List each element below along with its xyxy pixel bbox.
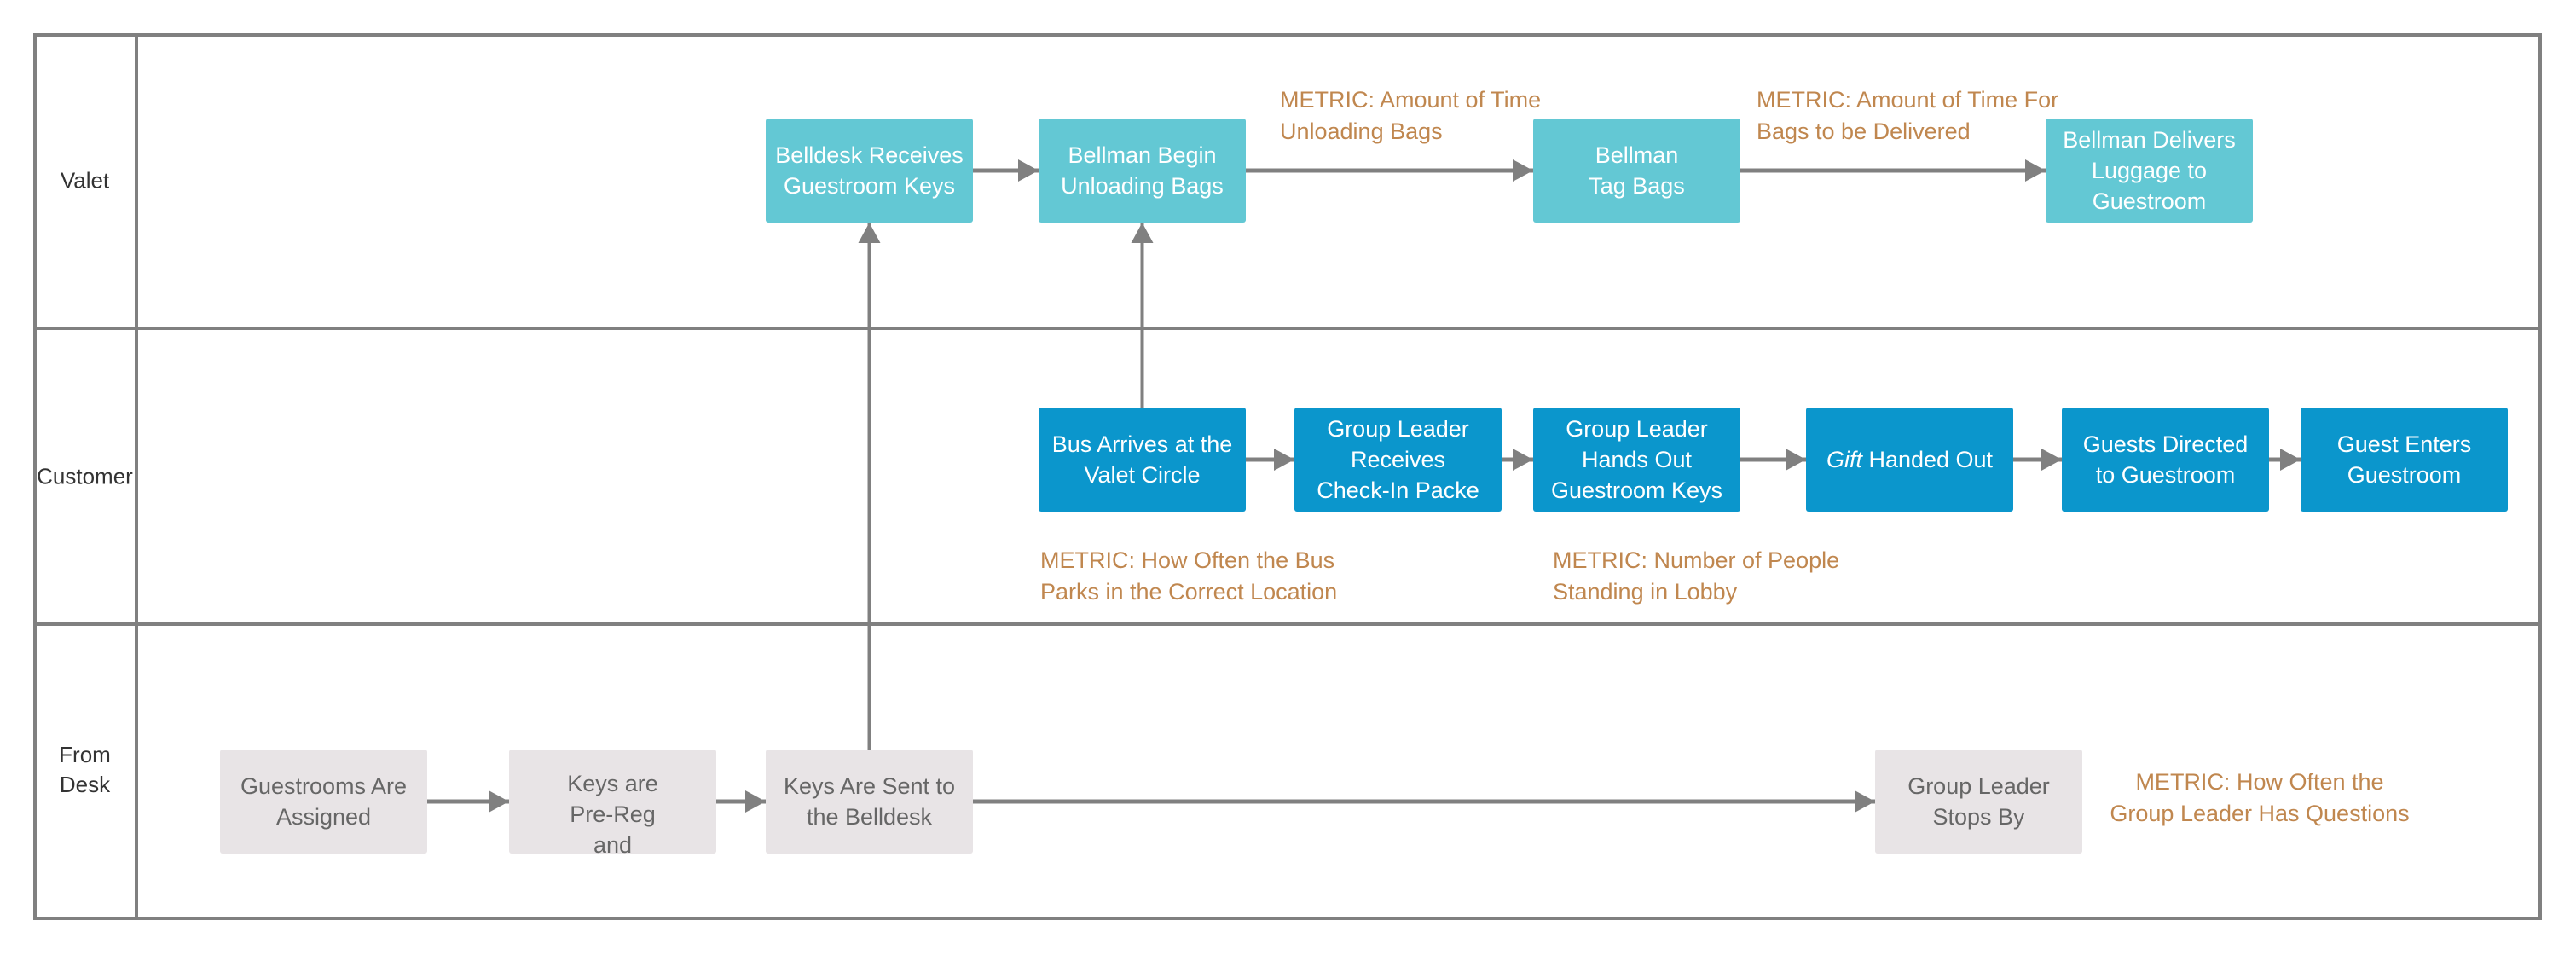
node-label: Bellman Begin Unloading Bags [1061,142,1224,199]
metric-line: METRIC: Number of People [1553,547,1840,573]
metric-line: METRIC: How Often the Bus [1040,547,1335,573]
node-label: Group Leader Hands Out Guestroom Keys [1550,416,1723,503]
node-keys-prereg[interactable]: Keys are Pre-Reg and Organized [509,750,716,854]
node-label-rest: Handed Out [1861,447,1994,472]
metric-bus-parking: METRIC: How Often the Bus Parks in the C… [1040,545,1337,608]
lane-divider-valet-customer [33,327,2542,330]
node-label: Guest Enters Guestroom [2336,431,2472,488]
node-group-leader-receives-packet[interactable]: Group Leader Receives Check-In Packe [1294,408,1502,512]
node-group-leader-stops-by[interactable]: Group Leader Stops By [1875,750,2082,854]
metric-line: Bags to be Delivered [1757,119,1971,144]
metric-line: METRIC: How Often the [2135,769,2384,795]
lane-label-customer: Customer [37,463,133,489]
node-bellman-delivers-luggage[interactable]: Bellman Delivers Luggage to Guestroom [2046,119,2253,223]
metric-line: Standing in Lobby [1553,579,1738,605]
metric-lobby-people: METRIC: Number of People Standing in Lob… [1553,545,1839,608]
node-group-leader-hands-out-keys[interactable]: Group Leader Hands Out Guestroom Keys [1533,408,1740,512]
node-label: Belldesk Receives Guestroom Keys [775,142,964,199]
metric-line: METRIC: Amount of Time For [1757,87,2059,113]
node-label-italic: Gift [1826,447,1862,472]
node-guest-enters[interactable]: Guest Enters Guestroom [2301,408,2508,512]
node-gift-handed-out[interactable]: Gift Handed Out [1806,408,2013,512]
node-label: Bellman Tag Bags [1589,142,1685,199]
metric-unloading-time: METRIC: Amount of Time Unloading Bags [1280,84,1541,148]
node-label: Keys are Pre-Reg and Organized [567,771,658,854]
node-label: Guestrooms Are Assigned [240,773,408,830]
metric-group-leader-questions: METRIC: How Often the Group Leader Has Q… [2110,767,2409,830]
node-label: Bellman Delivers Luggage to Guestroom [2063,127,2236,214]
metric-line: Unloading Bags [1280,119,1443,144]
metric-line: Group Leader Has Questions [2110,801,2410,826]
metric-delivery-time: METRIC: Amount of Time For Bags to be De… [1757,84,2058,148]
node-bellman-tag-bags[interactable]: Bellman Tag Bags [1533,119,1740,223]
lane-label-front-desk: From Desk [33,740,136,800]
node-bellman-begin-unloading[interactable]: Bellman Begin Unloading Bags [1039,119,1246,223]
node-label: Gift Handed Out [1826,444,1993,475]
node-label: Bus Arrives at the Valet Circle [1051,431,1233,488]
lane-label-front-desk-text: From Desk [59,742,111,797]
node-label: Group Leader Stops By [1907,773,2050,830]
node-label: Group Leader Receives Check-In Packe [1317,416,1479,503]
lane-divider-customer-desk [33,622,2542,626]
metric-line: METRIC: Amount of Time [1280,87,1542,113]
node-guests-directed[interactable]: Guests Directed to Guestroom [2062,408,2269,512]
node-keys-sent-to-belldesk[interactable]: Keys Are Sent to the Belldesk [766,750,973,854]
node-label: Guests Directed to Guestroom [2082,431,2249,488]
metric-line: Parks in the Correct Location [1040,579,1338,605]
lane-label-valet: Valet [60,167,110,194]
node-belldesk-receives-keys[interactable]: Belldesk Receives Guestroom Keys [766,119,973,223]
node-label: Keys Are Sent to the Belldesk [783,773,956,830]
swimlane-diagram: Valet Customer From Desk Belldesk Receiv… [0,0,2576,955]
node-bus-arrives[interactable]: Bus Arrives at the Valet Circle [1039,408,1246,512]
node-guestrooms-assigned[interactable]: Guestrooms Are Assigned [220,750,427,854]
